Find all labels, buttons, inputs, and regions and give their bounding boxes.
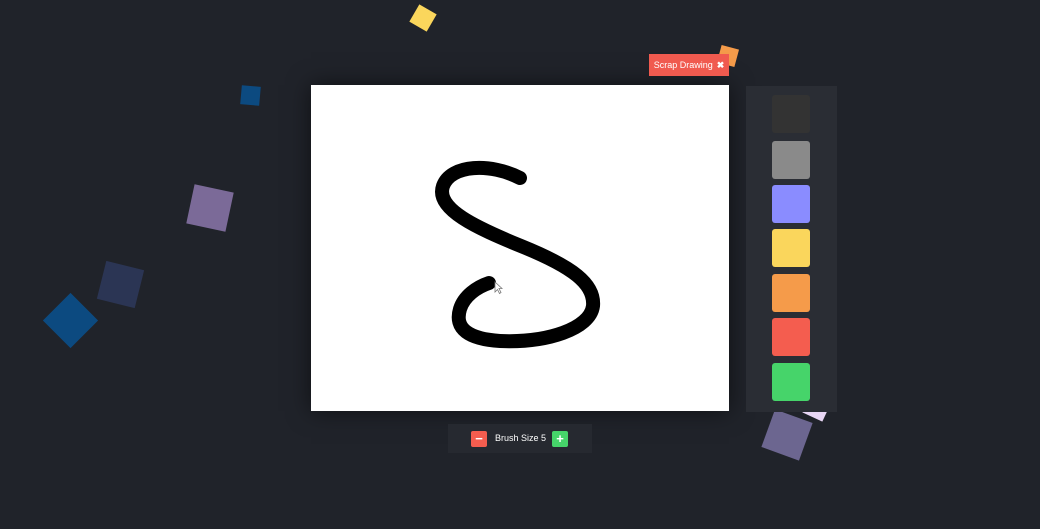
plus-icon: +: [556, 431, 564, 446]
decorative-square: [240, 85, 261, 106]
color-swatch[interactable]: [772, 185, 810, 223]
decorative-square: [42, 292, 99, 349]
color-swatch[interactable]: [772, 274, 810, 312]
color-palette: [746, 86, 837, 412]
brush-size-display: Brush Size 5: [495, 424, 546, 453]
drawing-surface[interactable]: [311, 85, 729, 411]
close-icon: ✖: [716, 60, 725, 70]
color-swatch[interactable]: [772, 363, 810, 401]
scrap-drawing-label: Scrap Drawing: [653, 60, 713, 70]
drawn-stroke: [435, 161, 601, 349]
mouse-cursor-icon: [494, 281, 504, 295]
brush-size-control: − Brush Size 5 +: [448, 424, 592, 453]
decorative-square: [96, 260, 145, 309]
decorative-square: [761, 409, 813, 461]
decorative-square: [409, 4, 437, 32]
minus-icon: −: [475, 431, 483, 446]
brush-size-label: Brush Size: [495, 433, 539, 443]
color-swatch[interactable]: [772, 95, 810, 133]
color-swatch[interactable]: [772, 141, 810, 179]
brush-size-value: 5: [541, 433, 547, 443]
decrease-brush-button[interactable]: −: [471, 431, 487, 447]
decorative-square: [186, 184, 234, 232]
increase-brush-button[interactable]: +: [552, 431, 568, 447]
color-swatch[interactable]: [772, 229, 810, 267]
color-swatch[interactable]: [772, 318, 810, 356]
drawing-canvas[interactable]: [311, 85, 729, 411]
scrap-drawing-button[interactable]: Scrap Drawing ✖: [649, 54, 729, 76]
app-stage: Scrap Drawing ✖ − Brush Size 5 +: [0, 0, 1040, 529]
